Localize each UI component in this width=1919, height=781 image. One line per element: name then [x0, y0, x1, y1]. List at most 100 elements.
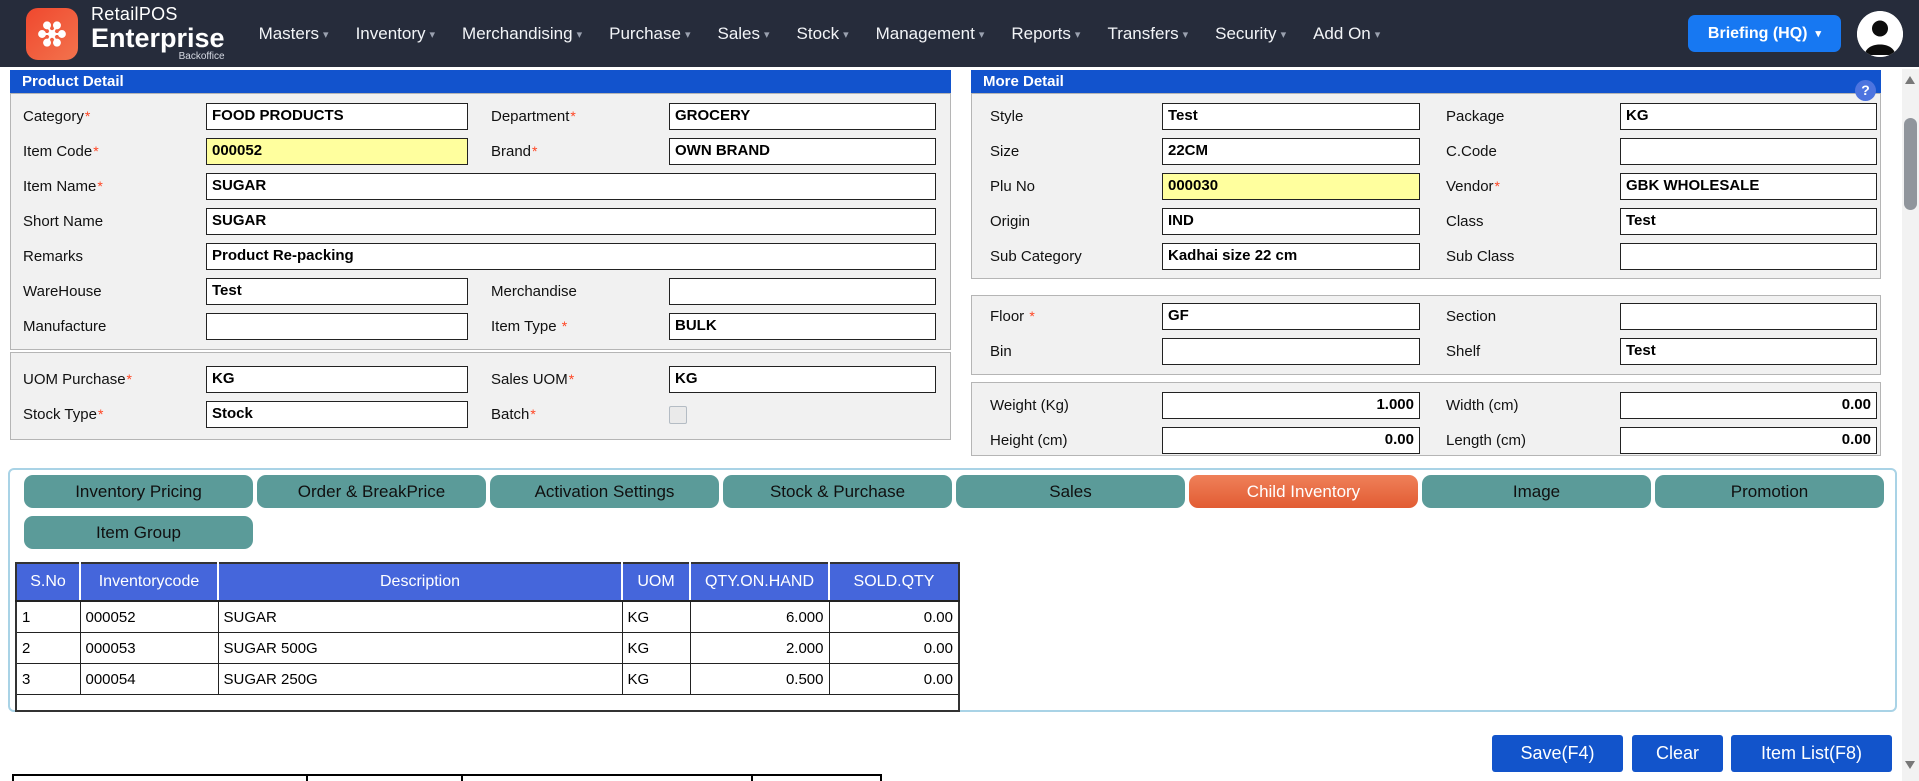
- size-input[interactable]: 22CM: [1162, 138, 1420, 165]
- tab-order-breakprice[interactable]: Order & BreakPrice: [257, 475, 486, 508]
- sub-class-input[interactable]: [1620, 243, 1877, 270]
- detail-tabs-panel: Inventory Pricing Order & BreakPrice Act…: [8, 468, 1897, 712]
- c-code-input[interactable]: [1620, 138, 1877, 165]
- briefing-hq-button[interactable]: Briefing (HQ) ▾: [1688, 15, 1841, 52]
- weight-label: Weight (Kg): [990, 397, 1162, 414]
- tab-inventory-pricing[interactable]: Inventory Pricing: [24, 475, 253, 508]
- chevron-down-icon: ▾: [577, 29, 583, 41]
- product-detail-group-uom: UOM Purchase* KG Sales UOM* KG Stock Typ…: [10, 352, 951, 440]
- brand-top: RetailPOS: [91, 5, 225, 24]
- stock-type-label: Stock Type*: [23, 406, 206, 423]
- tab-item-group[interactable]: Item Group: [24, 516, 253, 549]
- tab-image[interactable]: Image: [1422, 475, 1651, 508]
- short-name-label: Short Name: [23, 213, 206, 230]
- user-avatar[interactable]: [1857, 11, 1903, 57]
- class-input[interactable]: Test: [1620, 208, 1877, 235]
- section-input[interactable]: [1620, 303, 1877, 330]
- tab-child-inventory[interactable]: Child Inventory: [1189, 475, 1418, 508]
- sub-category-input[interactable]: Kadhai size 22 cm: [1162, 243, 1420, 270]
- vendor-input[interactable]: GBK WHOLESALE: [1620, 173, 1877, 200]
- col-sold-qty: SOLD.QTY: [829, 563, 959, 601]
- section-label: Section: [1446, 308, 1620, 325]
- table-row[interactable]: 1 000052 SUGAR KG 6.000 0.00: [16, 601, 959, 633]
- nav-item-management[interactable]: Management▾: [876, 24, 985, 44]
- scrollbar-thumb[interactable]: [1904, 118, 1917, 210]
- bin-label: Bin: [990, 343, 1162, 360]
- style-label: Style: [990, 108, 1162, 125]
- warehouse-label: WareHouse: [23, 283, 206, 300]
- shelf-input[interactable]: Test: [1620, 338, 1877, 365]
- partial-table-bottom: [12, 774, 882, 781]
- item-list-button[interactable]: Item List(F8): [1731, 735, 1892, 772]
- origin-label: Origin: [990, 213, 1162, 230]
- vertical-scrollbar[interactable]: [1902, 69, 1919, 781]
- weight-input[interactable]: 1.000: [1162, 392, 1420, 419]
- top-navbar: RetailPOS Enterprise Backoffice Masters▾…: [0, 0, 1919, 67]
- table-row[interactable]: 3 000054 SUGAR 250G KG 0.500 0.00: [16, 664, 959, 695]
- sub-category-label: Sub Category: [990, 248, 1162, 265]
- help-icon[interactable]: ?: [1855, 80, 1876, 101]
- department-input[interactable]: GROCERY: [669, 103, 936, 130]
- chevron-down-icon: ▾: [1281, 29, 1287, 41]
- width-label: Width (cm): [1446, 397, 1620, 414]
- table-header-row: S.No Inventorycode Description UOM QTY.O…: [16, 563, 959, 601]
- vendor-label: Vendor*: [1446, 178, 1620, 195]
- nav-item-purchase[interactable]: Purchase▾: [609, 24, 690, 44]
- clear-button[interactable]: Clear: [1632, 735, 1723, 772]
- brand-input[interactable]: OWN BRAND: [669, 138, 936, 165]
- tab-sales[interactable]: Sales: [956, 475, 1185, 508]
- nav-item-transfers[interactable]: Transfers▾: [1107, 24, 1188, 44]
- save-button[interactable]: Save(F4): [1492, 735, 1623, 772]
- item-name-input[interactable]: SUGAR: [206, 173, 936, 200]
- department-label: Department*: [491, 108, 669, 125]
- floor-input[interactable]: GF: [1162, 303, 1420, 330]
- more-detail-header: More Detail: [971, 70, 1881, 93]
- height-input[interactable]: 0.00: [1162, 427, 1420, 454]
- batch-label: Batch*: [491, 406, 669, 423]
- height-label: Height (cm): [990, 432, 1162, 449]
- scroll-down-icon[interactable]: [1905, 761, 1915, 769]
- length-input[interactable]: 0.00: [1620, 427, 1877, 454]
- short-name-input[interactable]: SUGAR: [206, 208, 936, 235]
- merchandise-input[interactable]: [669, 278, 936, 305]
- item-name-label: Item Name*: [23, 178, 206, 195]
- nav-item-inventory[interactable]: Inventory▾: [356, 24, 435, 44]
- nav-item-security[interactable]: Security▾: [1215, 24, 1286, 44]
- batch-checkbox[interactable]: [669, 406, 687, 424]
- tab-activation-settings[interactable]: Activation Settings: [490, 475, 719, 508]
- origin-input[interactable]: IND: [1162, 208, 1420, 235]
- nav-item-reports[interactable]: Reports▾: [1011, 24, 1080, 44]
- item-type-input[interactable]: BULK: [669, 313, 936, 340]
- chevron-down-icon: ▾: [1815, 27, 1821, 40]
- plu-no-input[interactable]: 000030: [1162, 173, 1420, 200]
- c-code-label: C.Code: [1446, 143, 1620, 160]
- sales-uom-input[interactable]: KG: [669, 366, 936, 393]
- nav-item-merchandising[interactable]: Merchandising▾: [462, 24, 582, 44]
- tab-promotion[interactable]: Promotion: [1655, 475, 1884, 508]
- nav-item-stock[interactable]: Stock▾: [797, 24, 849, 44]
- manufacture-label: Manufacture: [23, 318, 206, 335]
- chevron-down-icon: ▾: [979, 29, 985, 41]
- remarks-input[interactable]: Product Re-packing: [206, 243, 936, 270]
- app-logo-icon: [26, 8, 78, 60]
- nav-item-sales[interactable]: Sales▾: [717, 24, 769, 44]
- tab-stock-purchase[interactable]: Stock & Purchase: [723, 475, 952, 508]
- category-input[interactable]: FOOD PRODUCTS: [206, 103, 468, 130]
- table-row[interactable]: 2 000053 SUGAR 500G KG 2.000 0.00: [16, 633, 959, 664]
- item-code-input[interactable]: 000052: [206, 138, 468, 165]
- warehouse-input[interactable]: Test: [206, 278, 468, 305]
- item-type-label: Item Type *: [491, 318, 669, 335]
- style-input[interactable]: Test: [1162, 103, 1420, 130]
- stock-type-input[interactable]: Stock: [206, 401, 468, 428]
- manufacture-input[interactable]: [206, 313, 468, 340]
- package-input[interactable]: KG: [1620, 103, 1877, 130]
- main-content: Product Detail Category* FOOD PRODUCTS D…: [0, 67, 1919, 781]
- nav-item-masters[interactable]: Masters▾: [259, 24, 329, 44]
- nav-item-add-on[interactable]: Add On▾: [1313, 24, 1380, 44]
- scroll-up-icon[interactable]: [1905, 76, 1915, 84]
- bin-input[interactable]: [1162, 338, 1420, 365]
- width-input[interactable]: 0.00: [1620, 392, 1877, 419]
- uom-purchase-input[interactable]: KG: [206, 366, 468, 393]
- chevron-down-icon: ▾: [1183, 29, 1189, 41]
- child-inventory-table: S.No Inventorycode Description UOM QTY.O…: [15, 562, 960, 712]
